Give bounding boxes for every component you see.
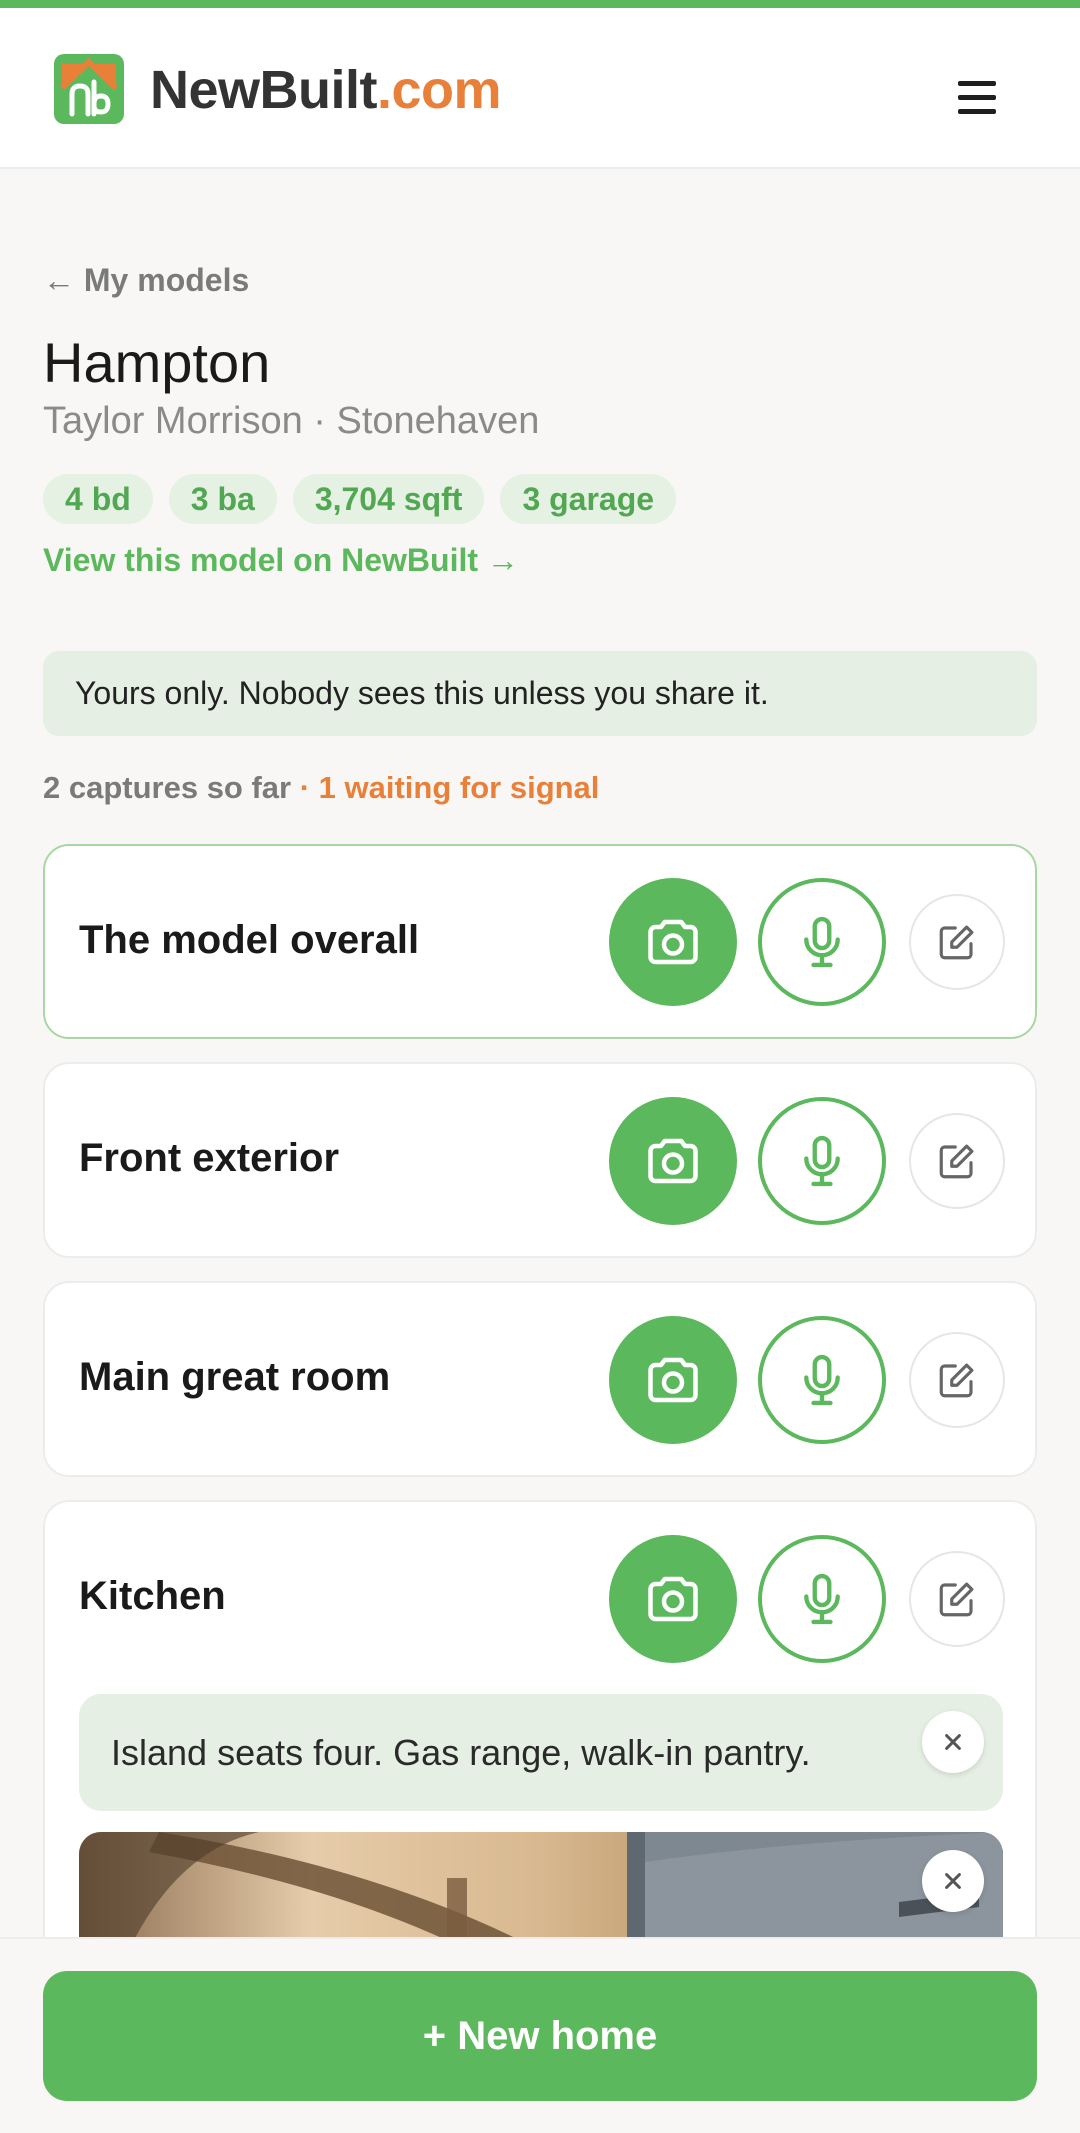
microphone-button[interactable] <box>758 1316 886 1444</box>
brand-wordmark[interactable]: NewBuilt.com <box>150 54 502 126</box>
waiting-for-signal-status: · 1 waiting for signal <box>291 770 600 805</box>
brand-tld: .com <box>377 60 502 120</box>
edit-icon <box>939 1144 974 1179</box>
model-specs-chips: 4 bd 3 ba 3,704 sqft 3 garage <box>43 474 677 524</box>
capture-card-front-exterior: Front exterior <box>43 1062 1037 1258</box>
camera-button[interactable] <box>609 878 737 1006</box>
captures-status: 2 captures so far · 1 waiting for signal <box>43 770 599 806</box>
capture-card-model-overall: The model overall <box>43 844 1037 1039</box>
capture-card-kitchen: Kitchen Island seats four. Gas range, wa… <box>43 1500 1037 1980</box>
card-label: Main great room <box>79 1355 391 1399</box>
microphone-icon <box>804 1573 840 1625</box>
camera-icon <box>648 919 698 965</box>
page-title: Hampton <box>43 331 271 394</box>
model-builder-community: Taylor Morrison · Stonehaven <box>43 400 540 442</box>
brand-name: NewBuilt <box>150 60 378 120</box>
chip-bathrooms: 3 ba <box>168 474 277 524</box>
edit-icon <box>939 1363 974 1398</box>
new-home-button[interactable]: + New home <box>43 1971 1037 2101</box>
camera-icon <box>648 1357 698 1403</box>
delete-photo-button[interactable] <box>922 1850 984 1912</box>
microphone-icon <box>804 1354 840 1406</box>
camera-button[interactable] <box>609 1097 737 1225</box>
captures-count: 2 captures so far <box>43 770 292 805</box>
edit-note-button[interactable] <box>909 1551 1005 1647</box>
delete-note-button[interactable] <box>922 1711 984 1773</box>
edit-icon <box>939 1582 974 1617</box>
edit-note-button[interactable] <box>909 1332 1005 1428</box>
edit-note-button[interactable] <box>909 1113 1005 1209</box>
close-icon <box>945 1873 961 1889</box>
camera-button[interactable] <box>609 1316 737 1444</box>
edit-icon <box>939 925 974 960</box>
edit-note-button[interactable] <box>909 894 1005 990</box>
capture-card-main-great-room: Main great room <box>43 1281 1037 1477</box>
microphone-button[interactable] <box>758 1097 886 1225</box>
microphone-icon <box>804 1135 840 1187</box>
back-to-my-models-link[interactable]: ← My models <box>43 262 249 299</box>
privacy-notice: Yours only. Nobody sees this unless you … <box>43 651 1037 736</box>
microphone-button[interactable] <box>758 1535 886 1663</box>
card-label: The model overall <box>79 918 420 962</box>
newbuilt-logo-icon[interactable] <box>54 54 124 124</box>
top-accent-bar <box>0 0 1080 8</box>
chip-sqft: 3,704 sqft <box>292 474 485 524</box>
microphone-button[interactable] <box>758 878 886 1006</box>
chip-bedrooms: 4 bd <box>43 474 153 524</box>
camera-button[interactable] <box>609 1535 737 1663</box>
hamburger-menu-icon[interactable] <box>948 68 1006 126</box>
chip-garage: 3 garage <box>500 474 677 524</box>
kitchen-text-note: Island seats four. Gas range, walk-in pa… <box>79 1694 1003 1811</box>
close-icon <box>945 1734 961 1750</box>
app-header: NewBuilt.com <box>0 8 1080 169</box>
microphone-icon <box>804 916 840 968</box>
view-model-on-newbuilt-link[interactable]: View this model on NewBuilt → <box>43 542 519 579</box>
card-label: Front exterior <box>79 1136 340 1180</box>
camera-icon <box>648 1576 698 1622</box>
card-label: Kitchen <box>79 1574 226 1618</box>
camera-icon <box>648 1138 698 1184</box>
